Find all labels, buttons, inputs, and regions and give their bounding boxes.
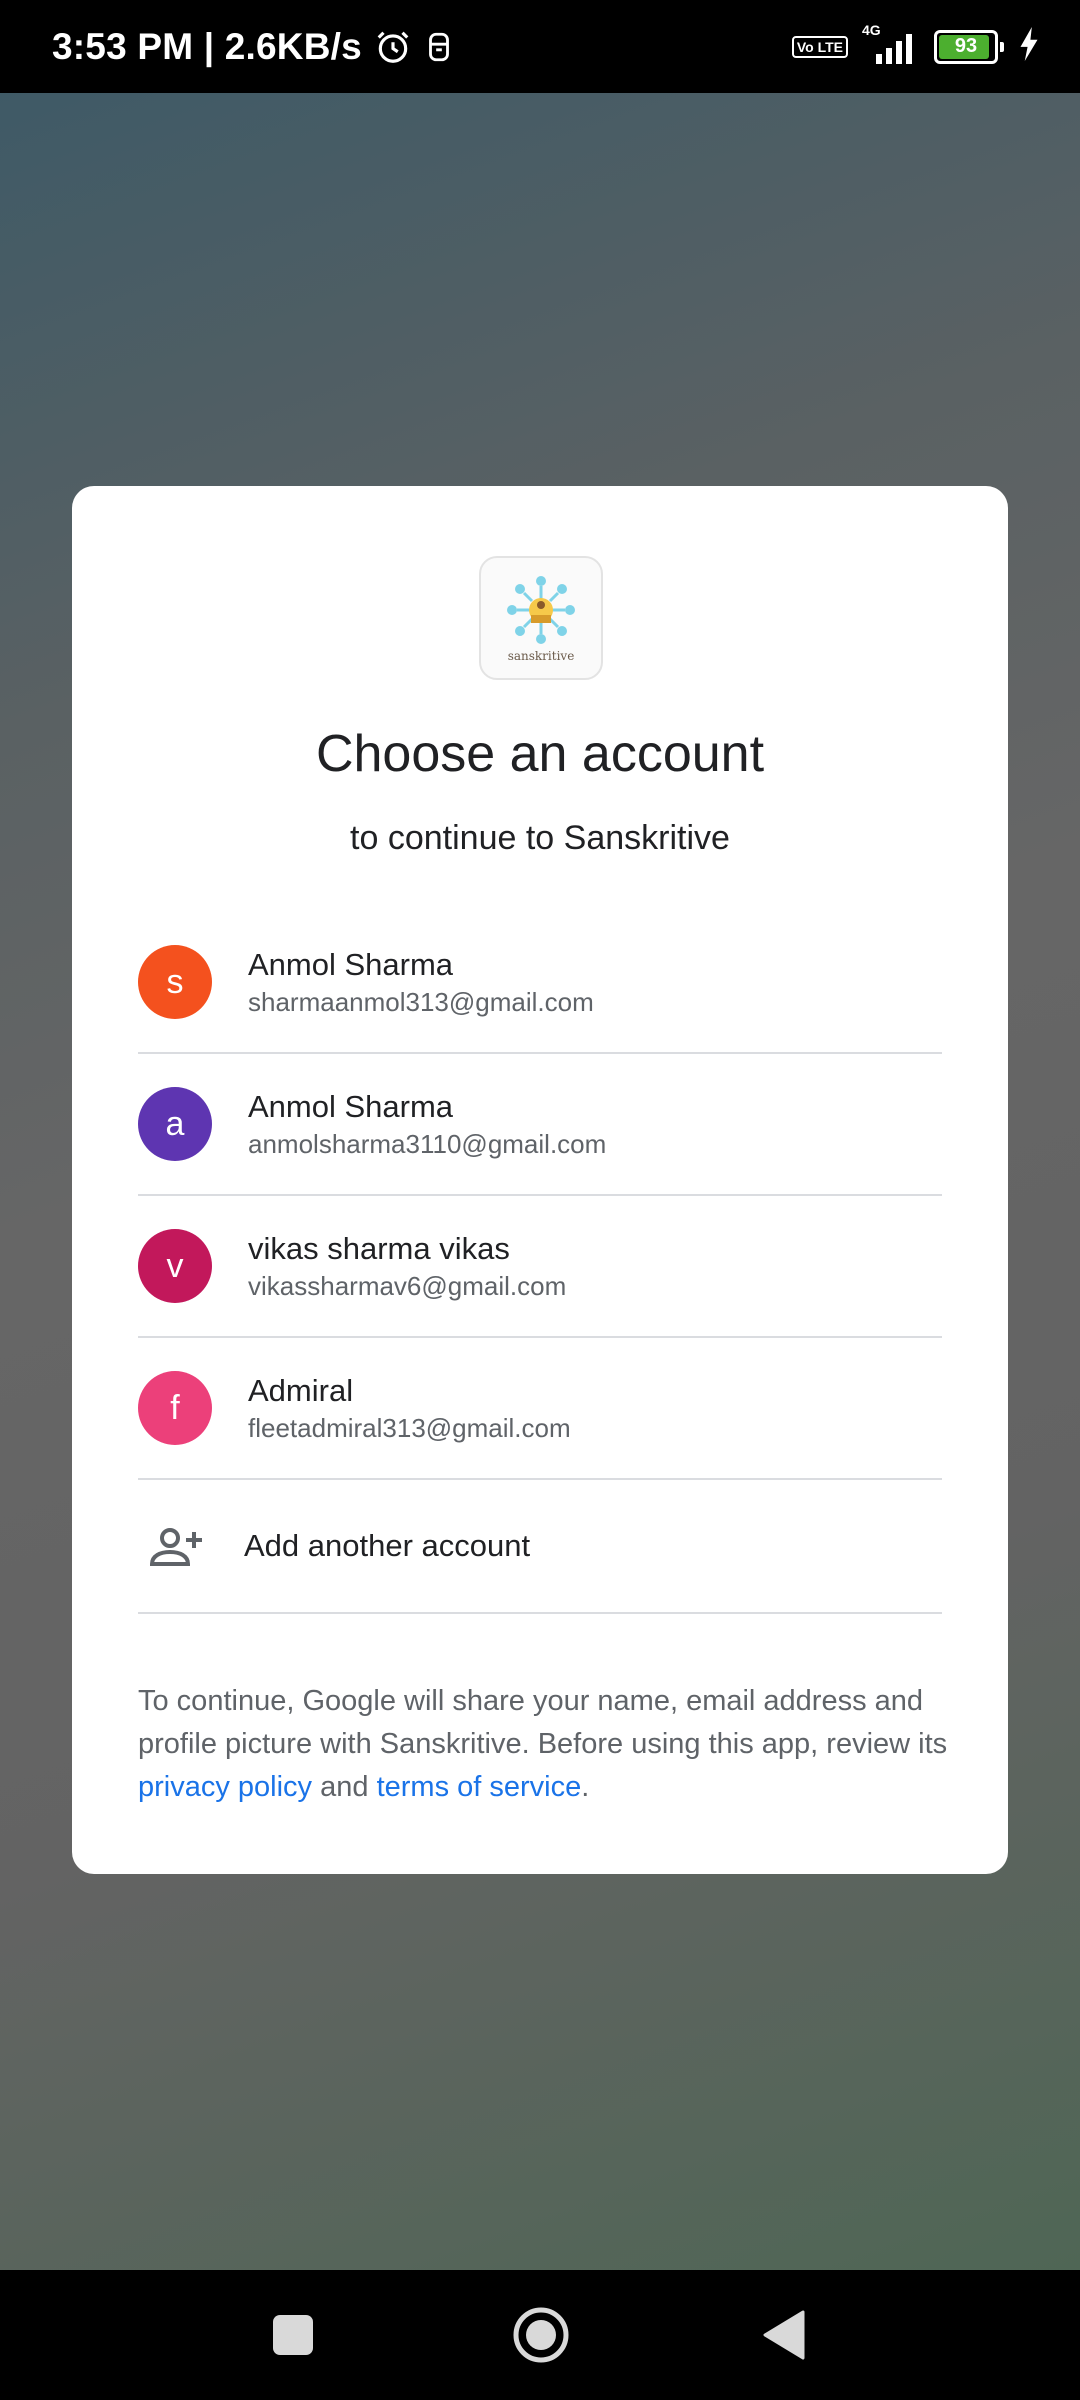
account-email: fleetadmiral313@gmail.com xyxy=(248,1413,571,1443)
avatar: v xyxy=(138,1229,212,1303)
account-name: Anmol Sharma xyxy=(248,1089,454,1124)
account-item[interactable]: f Admiral fleetadmiral313@gmail.com xyxy=(138,1338,942,1480)
battery-level: 93 xyxy=(954,35,978,57)
account-item[interactable]: s Anmol Sharma sharmaanmol313@gmail.com xyxy=(138,912,942,1054)
status-bar: 3:53 PM | 2.6KB/s Vo LTE 4G 93 xyxy=(0,0,1080,93)
account-list: s Anmol Sharma sharmaanmol313@gmail.com … xyxy=(138,912,942,1614)
consent-disclaimer: To continue, Google will share your name… xyxy=(138,1680,948,1809)
disclaimer-and: and xyxy=(312,1771,377,1803)
app-logo: sanskritive xyxy=(479,556,603,680)
dialog-subtitle: to continue to Sanskritive xyxy=(350,819,730,857)
network-type: 4G xyxy=(862,21,881,38)
account-text: Anmol Sharma anmolsharma3110@gmail.com xyxy=(248,1087,606,1161)
add-another-account-button[interactable]: Add another account xyxy=(138,1480,942,1614)
status-left: 3:53 PM | 2.6KB/s xyxy=(52,0,454,93)
battery-tip xyxy=(1000,41,1004,52)
account-name: Admiral xyxy=(248,1373,354,1408)
account-name: Anmol Sharma xyxy=(248,947,454,982)
account-email: vikassharmav6@gmail.com xyxy=(248,1271,567,1301)
account-email: sharmaanmol313@gmail.com xyxy=(248,987,594,1017)
avatar: a xyxy=(138,1087,212,1161)
account-chooser-dialog: sanskritive Choose an account to continu… xyxy=(72,486,1008,1874)
account-name: vikas sharma vikas xyxy=(248,1231,510,1266)
volte-icon: Vo LTE xyxy=(791,35,848,58)
avatar: s xyxy=(138,945,212,1019)
notification-icon xyxy=(424,30,454,64)
battery-icon: 93 xyxy=(934,29,998,64)
back-icon xyxy=(763,2310,805,2360)
recents-icon xyxy=(273,2315,313,2355)
account-item[interactable]: v vikas sharma vikas vikassharmav6@gmail… xyxy=(138,1196,942,1338)
privacy-policy-link[interactable]: privacy policy xyxy=(138,1771,312,1803)
recents-button[interactable] xyxy=(250,2270,336,2400)
disclaimer-text: To continue, Google will share your name… xyxy=(138,1685,948,1760)
alarm-icon xyxy=(374,28,412,66)
account-item[interactable]: a Anmol Sharma anmolsharma3110@gmail.com xyxy=(138,1054,942,1196)
add-account-label: Add another account xyxy=(244,1528,531,1563)
terms-of-service-link[interactable]: terms of service xyxy=(377,1771,582,1803)
app-logo-text: sanskritive xyxy=(507,649,575,663)
account-email: anmolsharma3110@gmail.com xyxy=(248,1129,607,1159)
status-time: 3:53 PM | 2.6KB/s xyxy=(52,25,362,67)
account-text: vikas sharma vikas vikassharmav6@gmail.c… xyxy=(248,1229,566,1303)
app-logo-icon xyxy=(507,576,575,644)
charging-icon xyxy=(1018,27,1040,66)
avatar: f xyxy=(138,1371,212,1445)
dialog-title: Choose an account xyxy=(315,725,765,783)
status-right: Vo LTE 4G 93 xyxy=(791,0,1040,93)
disclaimer-end: . xyxy=(581,1771,590,1803)
home-icon xyxy=(513,2307,569,2363)
add-person-icon xyxy=(148,1524,208,1568)
account-text: Admiral fleetadmiral313@gmail.com xyxy=(248,1371,571,1445)
navigation-bar xyxy=(0,2270,1080,2400)
account-text: Anmol Sharma sharmaanmol313@gmail.com xyxy=(248,945,594,1019)
home-button[interactable] xyxy=(496,2270,586,2400)
signal-icon: 4G xyxy=(862,22,920,64)
back-button[interactable] xyxy=(740,2270,826,2400)
